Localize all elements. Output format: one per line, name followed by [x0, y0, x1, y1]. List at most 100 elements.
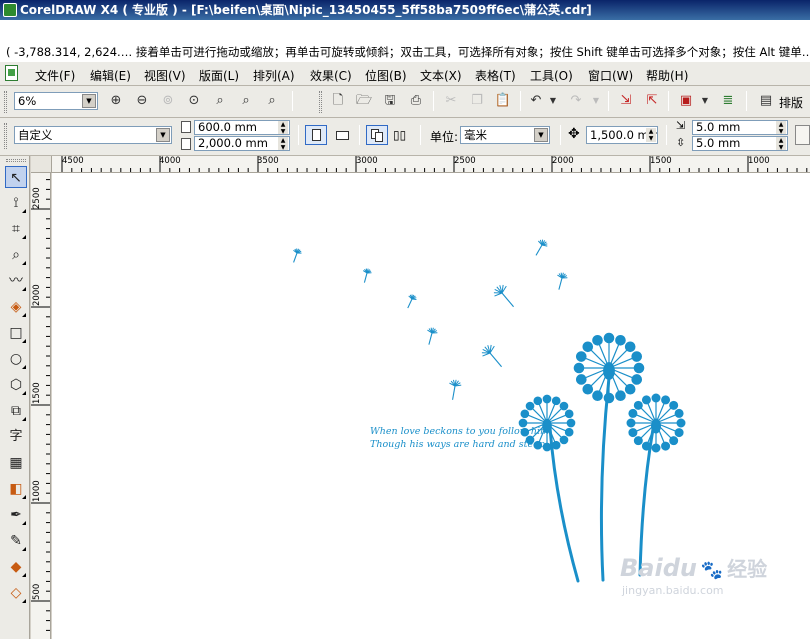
shape-tool-icon[interactable]: ⟟: [5, 192, 27, 214]
chevron-down-icon[interactable]: ▼: [82, 94, 96, 108]
treat-as-filled-button[interactable]: [795, 125, 810, 145]
floating-seed[interactable]: [491, 282, 520, 312]
landscape-orientation-button[interactable]: [331, 125, 353, 145]
document-icon[interactable]: [5, 65, 18, 81]
vertical-ruler[interactable]: 2500 2000 1500 1000 500: [31, 173, 51, 639]
zoom-page-icon[interactable]: ⌕: [211, 92, 229, 110]
basic-shapes-tool-icon[interactable]: ⧉: [5, 400, 27, 422]
menu-edit[interactable]: 编辑(E): [90, 67, 131, 84]
toolbar-grip[interactable]: [4, 123, 7, 149]
application-launcher-icon[interactable]: ▣: [677, 92, 695, 110]
print-icon[interactable]: ⎙: [407, 92, 425, 110]
toolbar-grip[interactable]: [319, 91, 322, 113]
spin-down-icon[interactable]: ▼: [278, 144, 288, 150]
spin-up-icon[interactable]: ▲: [278, 137, 288, 144]
page-width-field[interactable]: 600.0 mm ▲ ▼: [194, 120, 290, 135]
page-size-combo[interactable]: 自定义 ▼: [14, 126, 172, 144]
menu-table[interactable]: 表格(T): [475, 67, 516, 84]
eyedropper-tool-icon[interactable]: ✒: [5, 504, 27, 526]
coreldraw-app-icon[interactable]: [3, 3, 17, 17]
save-icon[interactable]: 🖫: [381, 92, 399, 110]
rectangle-tool-icon[interactable]: □: [5, 322, 27, 344]
all-pages-button[interactable]: [366, 125, 388, 145]
paste-icon[interactable]: 📋: [494, 92, 512, 110]
menu-arrange[interactable]: 排列(A): [253, 67, 295, 84]
crop-tool-icon[interactable]: ⌗: [5, 218, 27, 240]
smart-fill-tool-icon[interactable]: ◈: [5, 296, 27, 318]
chevron-down-icon[interactable]: ▼: [156, 128, 170, 142]
duplicate-distance-y-field[interactable]: 5.0 mm ▲ ▼: [692, 136, 788, 151]
layout-icon[interactable]: ▤: [757, 92, 775, 110]
floating-seed[interactable]: [532, 238, 550, 258]
units-combo[interactable]: 毫米 ▼: [460, 126, 550, 144]
menu-view[interactable]: 视图(V): [144, 67, 186, 84]
spin-down-icon[interactable]: ▼: [776, 144, 786, 150]
layout-button-label[interactable]: 排版: [779, 94, 803, 111]
duplicate-distance-x-field[interactable]: 5.0 mm ▲ ▼: [692, 120, 788, 135]
spin-down-icon[interactable]: ▼: [278, 128, 288, 134]
copy-icon[interactable]: ❐: [468, 92, 486, 110]
portrait-orientation-button[interactable]: [305, 125, 327, 145]
menu-effects[interactable]: 效果(C): [310, 67, 352, 84]
import-icon[interactable]: ⇲: [617, 92, 635, 110]
zoom-all-objects-icon[interactable]: ⊙: [185, 92, 203, 110]
chevron-down-icon[interactable]: ▼: [534, 128, 548, 142]
menu-tools[interactable]: 工具(O): [530, 67, 573, 84]
page-height-field[interactable]: 2,000.0 mm ▲ ▼: [194, 136, 290, 151]
menu-file[interactable]: 文件(F): [35, 67, 75, 84]
floating-seed[interactable]: [479, 342, 508, 372]
ruler-origin[interactable]: [31, 156, 52, 173]
horizontal-ruler[interactable]: 4500 4000 3500 3000 2500 2000 1500 1000: [52, 156, 810, 173]
polygon-tool-icon[interactable]: ⬡: [5, 374, 27, 396]
floating-seed[interactable]: [554, 271, 568, 290]
undo-dropdown-icon[interactable]: ▼: [547, 92, 559, 110]
open-folder-icon[interactable]: 🗁: [355, 92, 373, 110]
spin-down-icon[interactable]: ▼: [646, 135, 656, 142]
text-tool-icon[interactable]: 字: [5, 426, 27, 448]
toolbox-grip[interactable]: [6, 159, 26, 162]
export-icon[interactable]: ⇱: [643, 92, 661, 110]
dandelion-stem-left[interactable]: [548, 426, 580, 583]
floating-seed[interactable]: [290, 247, 303, 264]
freehand-tool-icon[interactable]: 〰: [5, 270, 27, 292]
dandelion-head-right[interactable]: [626, 393, 686, 453]
options-icon[interactable]: ≣: [719, 92, 737, 110]
zoom-width-icon[interactable]: ⌕: [237, 92, 255, 110]
zoom-selected-icon[interactable]: ⊚: [159, 92, 177, 110]
dandelion-stem-center[interactable]: [599, 376, 611, 582]
menu-help[interactable]: 帮助(H): [646, 67, 688, 84]
zoom-level-combo[interactable]: 6% ▼: [14, 92, 98, 110]
floating-seed[interactable]: [404, 293, 418, 310]
floating-seed[interactable]: [360, 268, 372, 284]
menu-window[interactable]: 窗口(W): [588, 67, 633, 84]
cut-icon[interactable]: ✂: [442, 92, 460, 110]
pick-tool-icon[interactable]: ↖: [5, 166, 27, 188]
undo-icon[interactable]: ↶: [527, 92, 545, 110]
drawing-canvas[interactable]: When love beckons to you follow him Thou…: [52, 173, 810, 639]
poem-text[interactable]: When love beckons to you follow him Thou…: [370, 425, 549, 451]
new-document-icon[interactable]: 🗋: [329, 92, 347, 110]
outline-tool-icon[interactable]: ✎: [5, 530, 27, 552]
spin-up-icon[interactable]: ▲: [776, 121, 786, 128]
spin-up-icon[interactable]: ▲: [776, 137, 786, 144]
table-tool-icon[interactable]: ▦: [5, 452, 27, 474]
floating-seed[interactable]: [424, 326, 438, 345]
zoom-in-icon[interactable]: ⊕: [107, 92, 125, 110]
menu-layout[interactable]: 版面(L): [199, 67, 239, 84]
toolbar-grip[interactable]: [4, 91, 7, 113]
interactive-blend-tool-icon[interactable]: ◧: [5, 478, 27, 500]
menu-text[interactable]: 文本(X): [420, 67, 462, 84]
spin-down-icon[interactable]: ▼: [776, 128, 786, 134]
spin-up-icon[interactable]: ▲: [278, 121, 288, 128]
ellipse-tool-icon[interactable]: ○: [5, 348, 27, 370]
zoom-out-icon[interactable]: ⊖: [133, 92, 151, 110]
interactive-fill-tool-icon[interactable]: ◇: [5, 582, 27, 604]
redo-icon[interactable]: ↷: [567, 92, 585, 110]
fill-tool-icon[interactable]: ◆: [5, 556, 27, 578]
current-page-button[interactable]: ▯▯: [393, 128, 411, 142]
zoom-tool-icon[interactable]: ⌕: [5, 244, 27, 266]
spin-up-icon[interactable]: ▲: [646, 128, 656, 135]
menu-bitmaps[interactable]: 位图(B): [365, 67, 407, 84]
floating-seed[interactable]: [447, 379, 462, 401]
nudge-offset-field[interactable]: 1,500.0 mm ▲ ▼: [586, 126, 658, 144]
